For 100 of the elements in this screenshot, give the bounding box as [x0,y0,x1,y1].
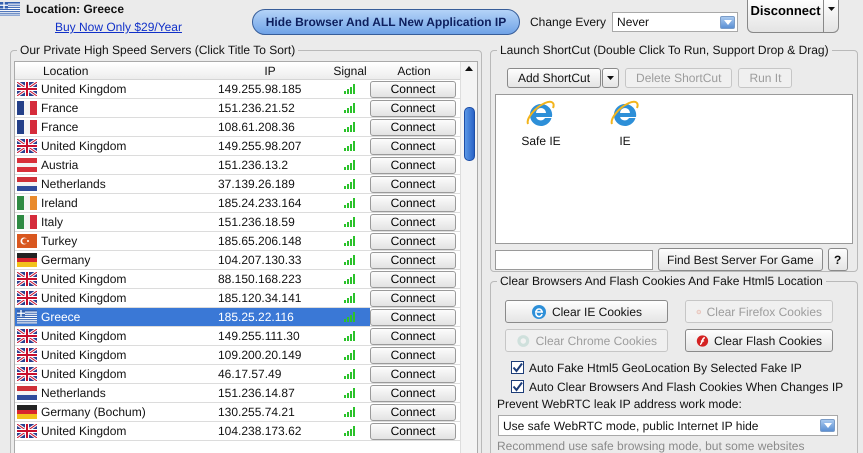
connect-button[interactable]: Connect [370,80,456,98]
column-header[interactable]: IP [210,64,330,78]
server-row[interactable]: Germany 104.207.130.33 Connect [15,251,460,270]
location-text: United Kingdom [41,139,126,153]
circle-icon [516,332,531,348]
ip-cell-text: 151.236.13.2 [217,157,290,174]
signal-icon [344,84,356,94]
location-text: Ireland [41,196,78,210]
ip-cell-text: 109.200.20.149 [217,347,302,364]
signal-icon [344,369,356,379]
signal-icon [344,426,356,436]
connect-button[interactable]: Connect [370,308,456,326]
connect-button[interactable]: Connect [370,100,456,116]
server-row[interactable]: Ireland 185.24.233.164 Connect [15,194,460,213]
location-text: Austria [41,158,78,172]
server-row[interactable]: United Kingdom 46.17.57.49 Connect [15,365,460,384]
connect-button[interactable]: Connect [370,194,456,212]
shortcut-label[interactable]: IE [619,134,631,148]
buy-link[interactable]: Buy Now Only $29/Year [55,20,250,34]
server-row[interactable]: United Kingdom 109.200.20.149 Connect [15,346,460,365]
ip-cell-text: 151.236.18.59 [217,214,296,231]
server-row[interactable]: Netherlands 37.139.26.189 Connect [15,175,460,194]
webrtc-mode-dropdown[interactable]: Use safe WebRTC mode, public Internet IP hide [498,415,838,436]
column-header[interactable]: Signal [330,64,370,78]
checkbox[interactable] [511,380,524,393]
panel-title: Our Private High Speed Servers (Click Title To Sort) [17,43,298,57]
dropdown-button[interactable] [602,68,620,88]
help-button[interactable]: ? [828,248,848,271]
location-text: United Kingdom [41,82,126,96]
location-text: France [41,101,78,115]
connect-button[interactable]: Connect [370,232,456,250]
flag-icon [17,82,37,96]
location-text: Germany [41,253,90,267]
location-text: United Kingdom [41,348,126,362]
webrtc-label: Prevent WebRTC leak IP address work mode: [497,397,743,411]
server-row[interactable]: United Kingdom 88.150.168.223 Connect [15,270,460,289]
server-row[interactable]: Austria 151.236.13.2 Connect [15,156,460,175]
scrollbar[interactable] [460,62,477,453]
location-text: Turkey [41,234,78,248]
ip-cell-text: 130.255.74.21 [217,404,296,421]
connect-button[interactable]: Connect [370,366,456,382]
flag-icon [17,177,37,191]
disconnect-button[interactable]: Disconnect [747,0,840,33]
find-server-button[interactable]: Find Best Server For Game [658,248,823,271]
connect-button[interactable]: Connect [370,156,456,174]
connect-button[interactable]: Connect [370,290,456,306]
server-row[interactable]: United Kingdom 149.255.98.207 Connect [15,137,460,156]
signal-icon [344,236,356,246]
location-text: United Kingdom [41,367,126,381]
interval-dropdown[interactable]: Never [612,12,738,32]
change-every-label: Change Every [530,15,606,29]
column-header[interactable]: Action [370,64,458,78]
location-text: Greece [41,310,80,324]
signal-icon [344,312,356,322]
scroll-thumb[interactable] [464,107,474,161]
connect-button[interactable]: Connect [370,252,456,268]
server-row[interactable]: United Kingdom 149.255.98.185 Connect [15,80,460,99]
caret-icon [828,7,835,11]
hide-ip-button[interactable]: Hide Browser And ALL New Application IP [252,9,520,35]
connect-button[interactable]: Connect [370,214,456,230]
connect-button[interactable]: Connect [370,404,456,420]
clear-cookies-button[interactable]: Clear Flash Cookies [685,329,833,352]
connect-button[interactable]: Connect [370,422,456,440]
signal-icon [344,274,356,284]
server-row[interactable]: Turkey 185.65.206.148 Connect [15,232,460,251]
input-field[interactable] [495,250,653,270]
server-row[interactable]: Greece 185.25.22.116 Connect [15,308,460,327]
server-row[interactable]: France 108.61.208.36 Connect [15,118,460,137]
connect-button[interactable]: Connect [370,138,456,154]
server-row[interactable]: Italy 151.236.18.59 Connect [15,213,460,232]
signal-icon [344,293,356,303]
toolbar-button[interactable]: Add ShortCut [507,68,602,88]
flag-icon [17,329,37,343]
flag-icon [17,405,37,419]
clear-cookies-button[interactable]: Clear IE Cookies [505,300,668,323]
shortcut-label[interactable]: Safe IE [521,134,561,148]
connect-button[interactable]: Connect [370,328,456,344]
connect-button[interactable]: Connect [370,270,456,288]
server-row[interactable]: France 151.236.21.52 Connect [15,99,460,118]
flag-icon [17,310,37,324]
signal-icon [344,217,356,227]
server-row[interactable]: Netherlands 151.236.14.87 Connect [15,384,460,403]
caret-icon [607,76,614,80]
location-text: United Kingdom [41,272,126,286]
ip-cell-text: 185.120.34.141 [217,290,302,307]
signal-icon [344,331,356,341]
server-row[interactable]: United Kingdom 104.238.173.62 Connect [15,422,460,441]
checkbox[interactable] [511,361,524,374]
connect-button[interactable]: Connect [370,118,456,136]
location-text: Netherlands [41,386,106,400]
connect-button[interactable]: Connect [370,384,456,402]
flag-icon [17,120,37,134]
connect-button[interactable]: Connect [370,346,456,364]
panel-title: Clear Browsers And Flash Cookies And Fake Html5 Location [497,274,826,288]
connect-button[interactable]: Connect [370,176,456,192]
ip-cell-text: 108.61.208.36 [217,119,296,136]
scroll-up-arrow-icon[interactable] [465,66,473,71]
server-row[interactable]: United Kingdom 149.255.111.30 Connect [15,327,460,346]
server-row[interactable]: Germany (Bochum) 130.255.74.21 Connect [15,403,460,422]
column-header[interactable]: Location [15,64,210,78]
